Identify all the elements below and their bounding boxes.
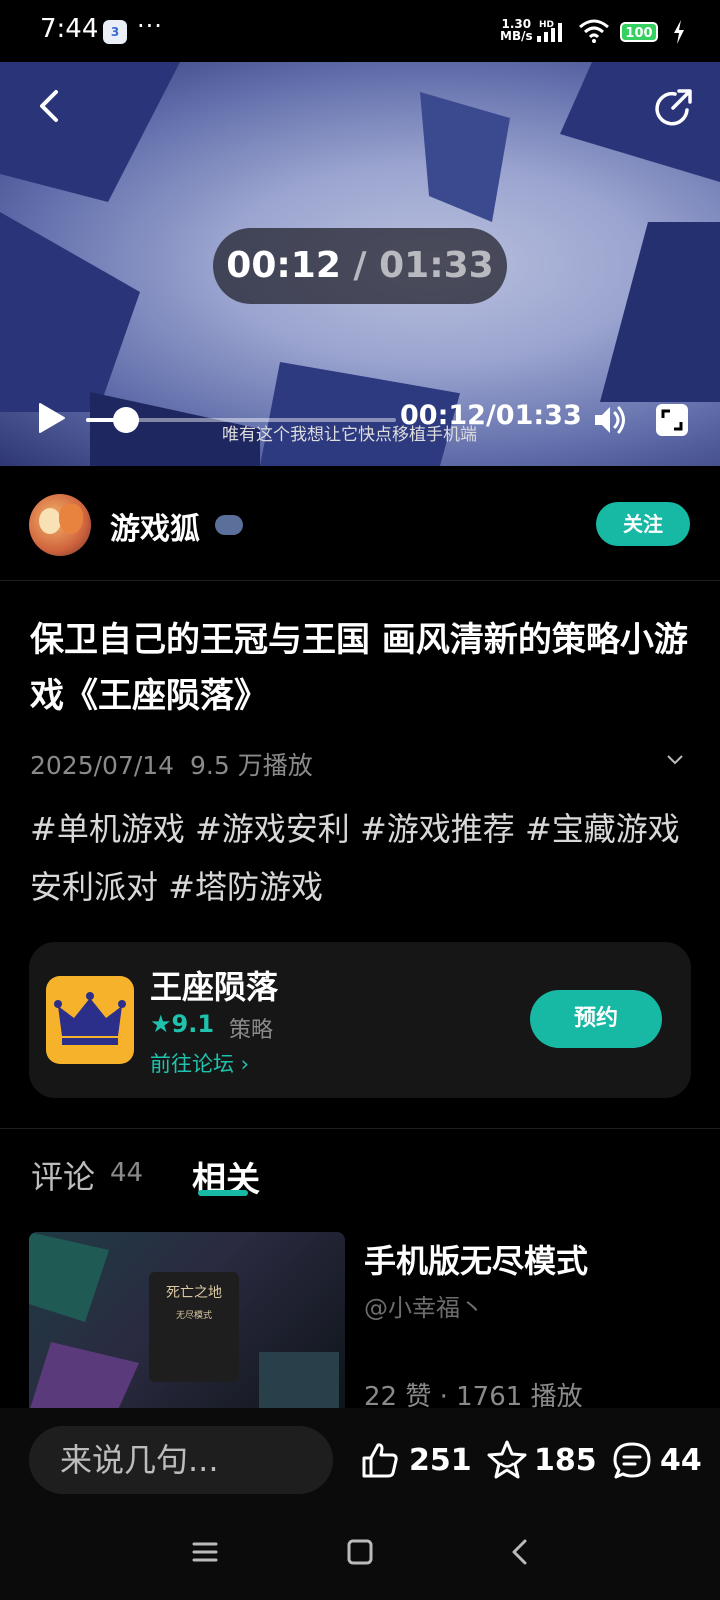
status-bar: 7:44 3 ··· 1.30 MB/s HD 100: [0, 0, 720, 62]
like-count: 251: [409, 1443, 472, 1478]
recent-apps-icon[interactable]: [190, 1537, 220, 1567]
progress-handle[interactable]: [113, 407, 139, 433]
divider: [0, 1128, 720, 1129]
game-icon[interactable]: [46, 976, 134, 1064]
seek-time-overlay: 00:12 / 01:33: [213, 228, 507, 304]
forum-link[interactable]: 前往论坛 ›: [150, 1048, 249, 1078]
follow-button[interactable]: 关注: [596, 502, 690, 546]
status-time: 7:44: [40, 14, 99, 44]
reserve-button[interactable]: 预约: [530, 990, 662, 1048]
comment-count: 44: [660, 1443, 702, 1478]
volume-icon[interactable]: [591, 402, 627, 438]
wifi-icon: [579, 19, 609, 43]
video-time: 00:12/01:33: [400, 400, 582, 431]
battery-indicator: 100: [620, 22, 658, 42]
tab-comments[interactable]: 评论: [31, 1152, 95, 1198]
star-icon[interactable]: [486, 1439, 528, 1481]
crown-icon: [54, 992, 126, 1045]
game-rating: ★9.1: [150, 1010, 215, 1038]
nav-back-icon[interactable]: [505, 1537, 535, 1567]
favorite-count: 185: [534, 1443, 597, 1478]
creator-badge-icon: [215, 515, 243, 535]
game-name: 王座陨落: [150, 968, 279, 1006]
related-video-author[interactable]: @小幸福丶: [364, 1288, 484, 1323]
comment-input[interactable]: 来说几句...: [29, 1426, 333, 1494]
back-arrow-icon[interactable]: [30, 86, 70, 126]
game-genre: 策略: [229, 1018, 274, 1043]
home-icon[interactable]: [345, 1537, 375, 1567]
app-notification-icon: 3: [103, 20, 127, 44]
network-speed: 1.30 MB/s: [500, 17, 533, 43]
chevron-down-icon[interactable]: [666, 754, 684, 766]
author-avatar[interactable]: [29, 494, 91, 556]
tab-comments-count[interactable]: 44: [110, 1158, 143, 1188]
more-notifications-icon: ···: [137, 12, 163, 40]
share-icon[interactable]: [651, 86, 695, 130]
divider: [0, 580, 720, 581]
related-video-thumbnail[interactable]: 死亡之地 无尽模式: [29, 1232, 345, 1412]
author-name[interactable]: 游戏狐: [110, 504, 200, 548]
charging-icon: [674, 20, 684, 44]
comment-icon[interactable]: [611, 1440, 653, 1482]
post-tags[interactable]: #单机游戏 #游戏安利 #游戏推荐 #宝藏游戏安利派对 #塔防游戏: [30, 800, 700, 916]
tab-active-indicator: [198, 1190, 248, 1196]
post-meta: 2025/07/14 9.5 万播放: [30, 751, 313, 780]
post-title: 保卫自己的王冠与王国 画风清新的策略小游戏《王座陨落》: [30, 620, 688, 716]
thumbs-up-icon[interactable]: [360, 1440, 400, 1480]
related-video-title[interactable]: 手机版无尽模式: [364, 1236, 588, 1282]
play-icon[interactable]: [32, 400, 68, 436]
cellular-signal-icon: HD: [537, 20, 562, 42]
thumbnail-panel: 死亡之地 无尽模式: [149, 1272, 239, 1382]
fullscreen-icon[interactable]: [655, 403, 689, 437]
